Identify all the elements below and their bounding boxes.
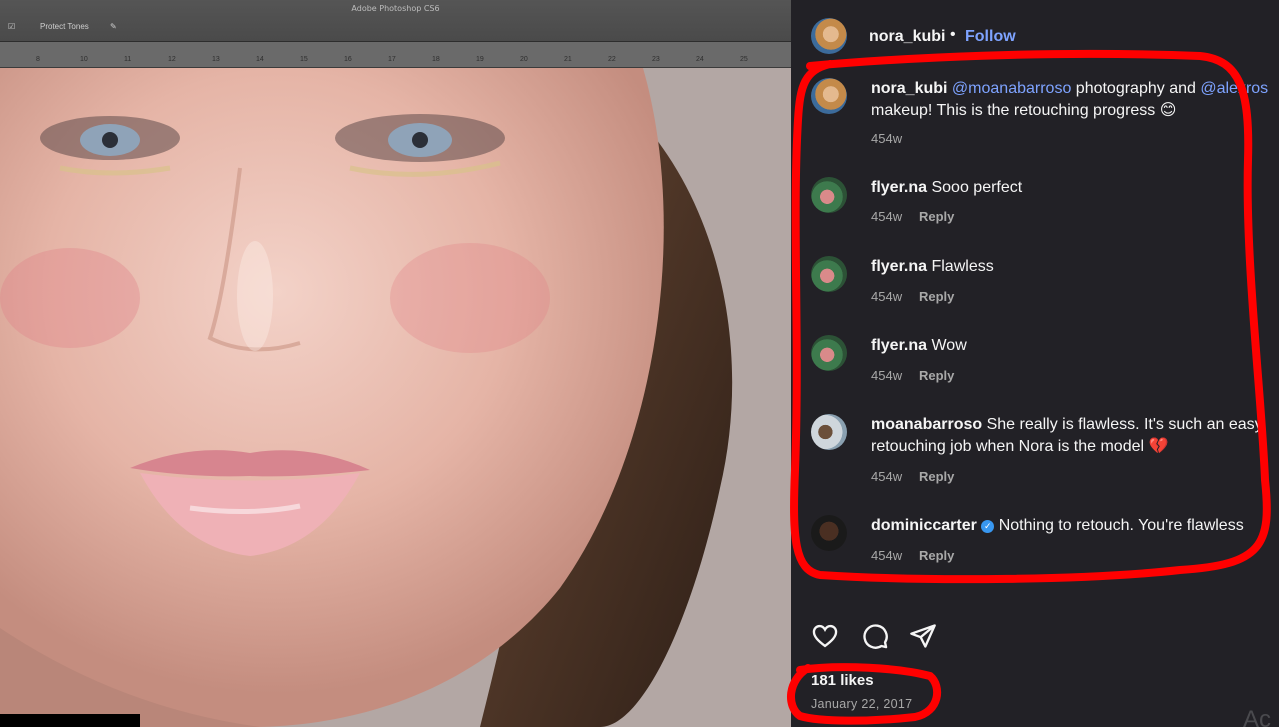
ruler-tick-label: 22 — [608, 56, 616, 63]
reply-button[interactable]: Reply — [919, 548, 954, 563]
reply-button[interactable]: Reply — [919, 209, 954, 224]
caption-line-1: nora_kubi @moanabarroso photography and … — [871, 78, 1279, 100]
brush-tool-icon: ✎ — [110, 22, 117, 31]
instagram-panel: nora_kubi • Follow nora_kubi @moanabarro… — [791, 0, 1279, 727]
share-icon[interactable] — [909, 622, 937, 650]
comment-timestamp[interactable]: 454w — [871, 289, 902, 304]
comment-text: Sooo perfect — [927, 179, 1023, 196]
comment-text: Nothing to retouch. You're flawless — [994, 517, 1244, 534]
caption-avatar[interactable] — [811, 78, 847, 114]
verified-badge-icon: ✓ — [981, 520, 995, 533]
ruler-tick-label: 24 — [696, 56, 704, 63]
comment-timestamp[interactable]: 454w — [871, 209, 902, 224]
comment-body: moanabarroso She really is flawless. It'… — [871, 414, 1279, 436]
ruler-tick-label: 21 — [564, 56, 572, 63]
comment-timestamp[interactable]: 454w — [871, 469, 902, 484]
caption-text: photography and — [1071, 80, 1201, 97]
comment-timestamp[interactable]: 454w — [871, 368, 902, 383]
caption-username[interactable]: nora_kubi — [871, 80, 947, 97]
ruler-tick-label: 13 — [212, 56, 220, 63]
comment-username[interactable]: moanabarroso — [871, 416, 982, 433]
caption-timestamp[interactable]: 454w — [871, 131, 902, 146]
comment-body: flyer.na Sooo perfect — [871, 177, 1279, 199]
tool-checkbox-icon: ☑ — [8, 22, 16, 31]
comment-text: Wow — [927, 337, 967, 354]
author-avatar[interactable] — [811, 18, 847, 54]
activate-windows-watermark: Ac — [1243, 706, 1272, 727]
comment-avatar[interactable] — [811, 335, 847, 371]
comment-avatar[interactable] — [811, 414, 847, 450]
reply-button[interactable]: Reply — [919, 469, 954, 484]
ruler-tick-label: 17 — [388, 56, 396, 63]
comment-text: She really is flawless. It's such an eas… — [982, 416, 1263, 433]
ruler-tick-label: 16 — [344, 56, 352, 63]
separator-dot: • — [950, 26, 956, 43]
ruler-tick-label: 15 — [300, 56, 308, 63]
post-date: January 22, 2017 — [811, 697, 913, 711]
photoshop-ruler: 8 10 11 12 13 14 15 16 17 18 19 20 21 22 23 24 25 — [0, 42, 791, 68]
mention-alexros[interactable]: @alexros — [1200, 80, 1268, 97]
comment-body: dominiccarter ✓ Nothing to retouch. You'… — [871, 515, 1279, 537]
comment-timestamp[interactable]: 454w — [871, 548, 902, 563]
ruler-tick-label: 11 — [124, 56, 132, 63]
comment-username[interactable]: flyer.na — [871, 179, 927, 196]
heart-icon[interactable] — [811, 622, 839, 650]
comment-icon[interactable] — [861, 622, 889, 650]
comment-body: flyer.na Flawless — [871, 256, 1279, 278]
photoshop-toolbar: Adobe Photoshop CS6 ☑ Protect Tones ✎ — [0, 0, 791, 42]
comment-avatar[interactable] — [811, 256, 847, 292]
ruler-tick-label: 18 — [432, 56, 440, 63]
protect-tones-label: Protect Tones — [40, 22, 89, 31]
ruler-tick-label: 8 — [36, 56, 40, 63]
comment-text: Flawless — [927, 258, 994, 275]
comment-username[interactable]: flyer.na — [871, 258, 927, 275]
reply-button[interactable]: Reply — [919, 289, 954, 304]
post-image[interactable]: Adobe Photoshop CS6 ☑ Protect Tones ✎ 8 1… — [0, 0, 791, 727]
ruler-tick-label: 10 — [80, 56, 88, 63]
ruler-tick-label: 19 — [476, 56, 484, 63]
comment-avatar[interactable] — [811, 177, 847, 213]
follow-button[interactable]: Follow — [965, 28, 1016, 46]
reply-button[interactable]: Reply — [919, 368, 954, 383]
ruler-tick-label: 23 — [652, 56, 660, 63]
ruler-tick-label: 20 — [520, 56, 528, 63]
comment-text-line-2: retouching job when Nora is the model 💔 — [871, 438, 1169, 455]
comment-username[interactable]: dominiccarter — [871, 517, 977, 534]
comment-avatar[interactable] — [811, 515, 847, 551]
mention-moanabarroso[interactable]: @moanabarroso — [952, 80, 1071, 97]
ruler-tick-label: 12 — [168, 56, 176, 63]
author-username[interactable]: nora_kubi — [869, 28, 945, 46]
post-header: nora_kubi • Follow — [791, 0, 1279, 70]
ruler-tick-label: 25 — [740, 56, 748, 63]
comment-body: flyer.na Wow — [871, 335, 1279, 357]
black-corner-block — [0, 714, 140, 727]
portrait-photo — [0, 68, 791, 727]
ruler-tick-label: 14 — [256, 56, 264, 63]
likes-count[interactable]: 181 likes — [811, 672, 874, 689]
caption-line-2: makeup! This is the retouching progress … — [871, 102, 1177, 119]
comment-username[interactable]: flyer.na — [871, 337, 927, 354]
photoshop-title: Adobe Photoshop CS6 — [351, 4, 440, 13]
